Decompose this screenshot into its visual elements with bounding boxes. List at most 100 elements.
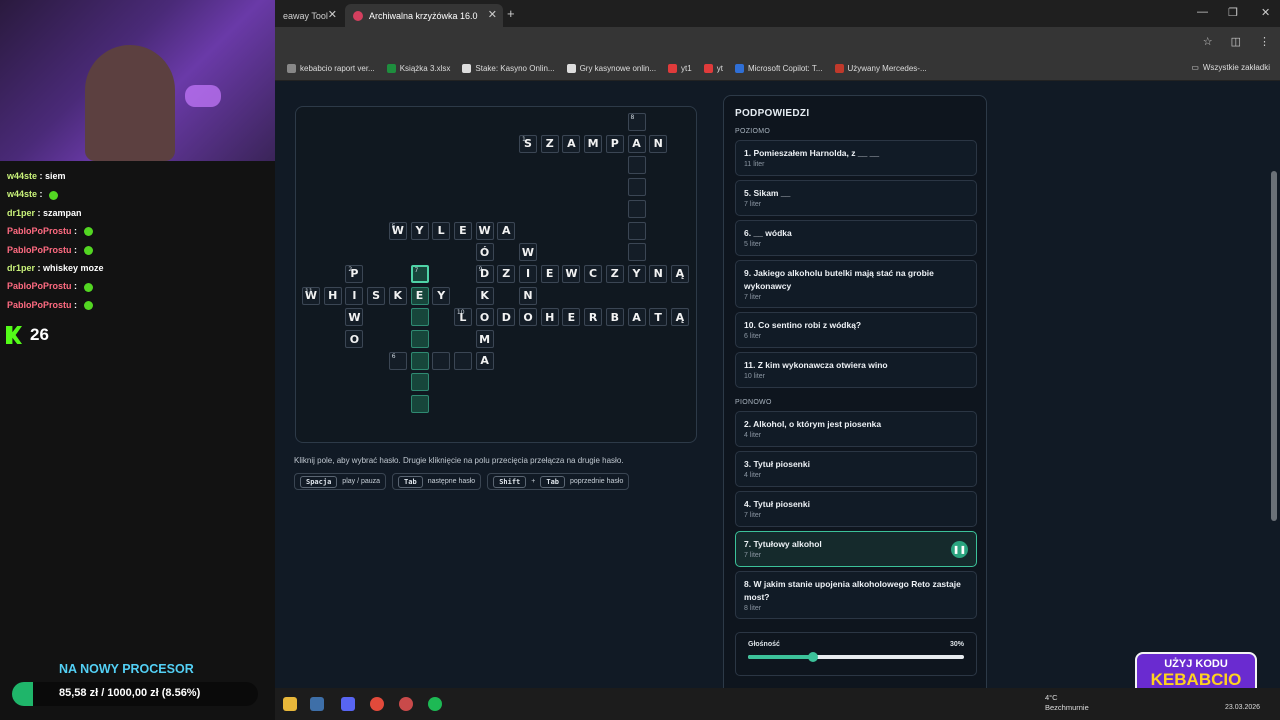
weather-widget[interactable]: 4°C Bezchmurnie [1045,693,1089,713]
crossword-cell[interactable] [627,199,646,218]
bookmark-item[interactable]: Książka 3.xlsx [386,64,450,73]
crossword-cell[interactable]: S1 [519,134,537,153]
bookmark-item[interactable]: Używany Mercedes-... [834,64,927,73]
crossword-cell[interactable]: E [410,286,429,305]
chrome-icon[interactable] [370,697,384,711]
close-tab-icon[interactable]: ✕ [488,8,497,21]
crossword-cell[interactable]: T [649,308,668,327]
crossword-cell[interactable] [410,351,429,370]
crossword-cell[interactable]: L [432,221,451,240]
clue-item[interactable]: 4. Tytuł piosenki 7 liter [735,491,977,527]
crossword-cell[interactable]: D [497,308,516,327]
all-bookmarks[interactable]: ▭ Wszystkie zakładki [1191,63,1270,72]
crossword-cell[interactable] [410,373,429,392]
crossword-cell[interactable] [410,330,429,348]
extensions-icon[interactable]: ◫ [1231,35,1241,48]
crossword-cell[interactable]: Ą [670,308,689,327]
crossword-cell[interactable]: R [584,308,603,327]
bookmark-item[interactable]: Gry kasynowe onlin... [566,64,656,73]
steam-icon[interactable] [310,697,324,711]
crossword-cell[interactable] [432,351,451,370]
crossword-cell[interactable] [410,308,429,327]
crossword-cell[interactable]: H [540,308,559,327]
crossword-cell[interactable]: N [519,286,537,305]
close-window-icon[interactable]: ✕ [1261,6,1270,19]
crossword-cell[interactable]: A [475,351,494,370]
crossword-cell[interactable]: Y [627,264,646,283]
crossword-cell[interactable] [627,156,646,175]
crossword-cell[interactable]: W [345,308,364,327]
crossword-cell[interactable]: I [345,286,364,305]
crossword-cell[interactable]: 7 [410,264,429,283]
file-explorer-icon[interactable] [283,697,297,711]
tab-giveaway[interactable]: eaway Tool ✕ [275,4,343,27]
clue-item[interactable]: 3. Tytuł piosenki 4 liter [735,451,977,487]
crossword-cell[interactable]: K [475,286,494,305]
crossword-cell[interactable]: Z [540,134,559,153]
crossword-cell[interactable]: A [562,134,581,153]
crossword-cell[interactable]: W 11 [302,286,320,305]
crossword-cell[interactable] [627,243,646,262]
close-tab-icon[interactable]: ✕ [328,8,337,21]
crossword-cell[interactable]: W [562,264,581,283]
clue-item[interactable]: 1. Pomieszałem Harnolda, z __ __ 11 liter [735,140,977,176]
crossword-cell[interactable]: Ó [475,243,494,262]
crossword-cell[interactable]: E [540,264,559,283]
crossword-cell[interactable]: W5 [388,221,407,240]
crossword-cell[interactable]: 8 [627,113,646,131]
clue-item[interactable]: 10. Co sentino robi z wódką? 6 liter [735,312,977,348]
crossword-cell[interactable]: N [649,134,668,153]
pause-icon[interactable]: ❚❚ [951,541,968,558]
crossword-cell[interactable]: Ą [670,264,689,283]
crossword-cell[interactable] [627,178,646,197]
crossword-cell[interactable] [410,395,429,414]
crossword-cell[interactable]: C [584,264,603,283]
crossword-cell[interactable]: Z [605,264,624,283]
app-icon[interactable] [399,697,413,711]
spotify-icon[interactable] [428,697,442,711]
crossword-cell[interactable]: P [605,134,624,153]
menu-icon[interactable]: ⋮ [1259,35,1270,48]
tab-crossword[interactable]: Archiwalna krzyżówka 16.0 ✕ [345,4,503,27]
crossword-cell[interactable]: S [367,286,386,305]
crossword-cell[interactable]: N [649,264,668,283]
crossword-cell[interactable]: M [475,330,494,348]
crossword-cell[interactable]: B [605,308,624,327]
restore-icon[interactable]: ❐ [1228,6,1238,19]
crossword-cell[interactable] [627,221,646,240]
crossword-cell[interactable]: A [627,308,646,327]
volume-slider[interactable] [748,652,964,662]
bookmark-star-icon[interactable]: ☆ [1203,35,1213,48]
crossword-cell[interactable]: I [519,264,537,283]
bookmark-item[interactable]: Stake: Kasyno Onlin... [462,64,555,73]
clue-item[interactable]: 5. Sikam __ 7 liter [735,180,977,216]
clue-item[interactable]: 2. Alkohol, o którym jest piosenka 4 lite… [735,411,977,447]
bookmark-item[interactable]: Microsoft Copilot: T... [734,64,823,73]
bookmark-item[interactable]: kebabcio raport ver... [287,64,375,73]
crossword-cell[interactable]: W [519,243,537,262]
volume-knob[interactable] [807,652,818,662]
crossword-cell[interactable]: Z [497,264,516,283]
crossword-cell[interactable]: O [475,308,494,327]
address-bar[interactable]: ☆ ◫ ⋮ [275,27,1280,57]
crossword-cell[interactable]: Y [432,286,451,305]
clue-item[interactable]: 11. Z kim wykonawcza otwiera wino 10 lite… [735,352,977,388]
crossword-cell[interactable]: K [388,286,407,305]
bookmark-item[interactable]: yt [703,64,723,73]
bookmark-item[interactable]: yt1 [668,64,692,73]
minimize-icon[interactable]: — [1197,6,1208,18]
page-scrollbar[interactable] [1271,91,1277,561]
crossword-cell[interactable] [453,351,472,370]
crossword-cell[interactable]: O [519,308,537,327]
clue-item[interactable]: 9. Jakiego alkoholu butelki mają stać na… [735,260,977,308]
crossword-cell[interactable]: W [475,221,494,240]
crossword-cell[interactable]: E [453,221,472,240]
crossword-cell[interactable]: H [323,286,342,305]
crossword-cell[interactable]: P2 [345,264,364,283]
scrollbar-thumb[interactable] [1271,171,1277,521]
discord-icon[interactable] [341,697,355,711]
crossword-cell[interactable]: L 10 [453,308,472,327]
crossword-cell[interactable]: O [345,330,364,348]
crossword-cell[interactable]: Y [410,221,429,240]
crossword-cell[interactable]: E [562,308,581,327]
